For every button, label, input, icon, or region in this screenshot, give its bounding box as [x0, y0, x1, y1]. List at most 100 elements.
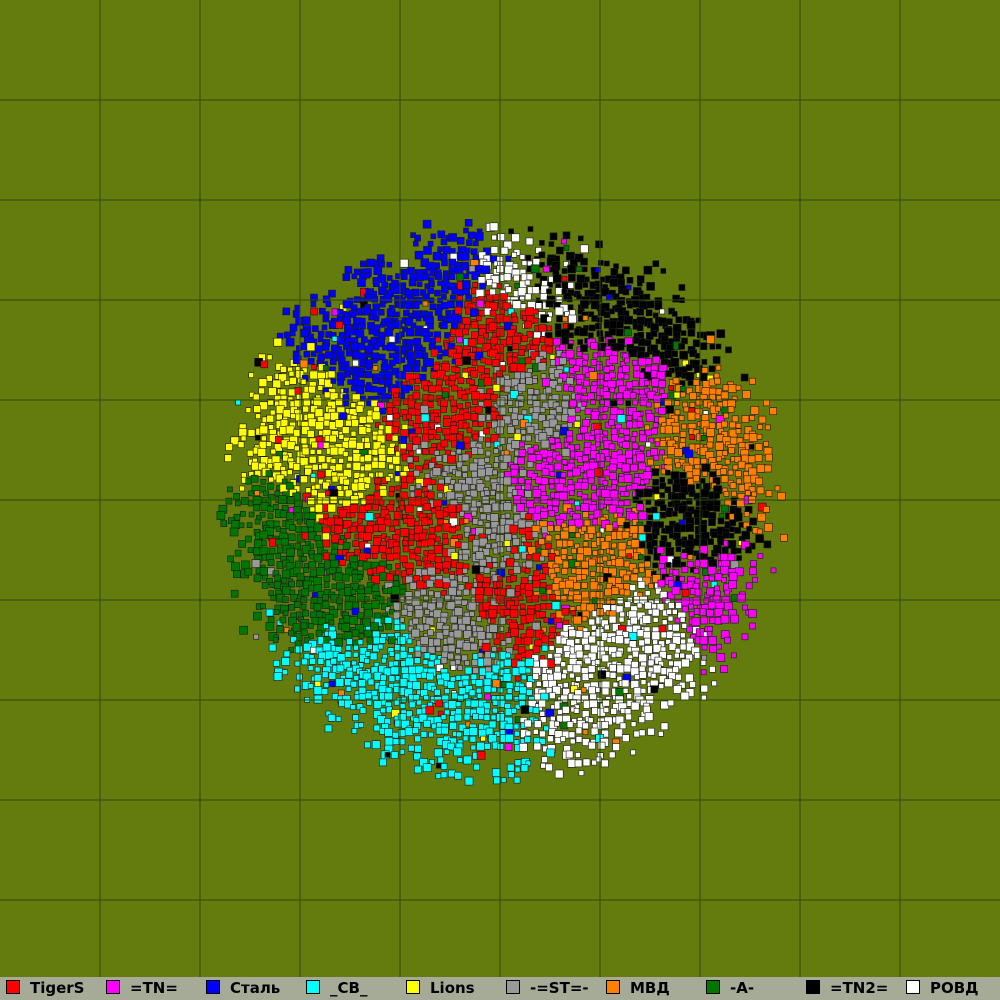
legend-item-rovd[interactable]: РОВД	[900, 977, 1000, 1000]
territory-block	[337, 379, 345, 386]
territory-block	[245, 535, 252, 543]
territory-block	[736, 555, 742, 561]
territory-block	[400, 273, 408, 281]
territory-block	[359, 260, 367, 268]
territory-map[interactable]	[0, 0, 1000, 977]
territory-block	[664, 525, 674, 534]
legend-item-a[interactable]: -A-	[700, 977, 800, 1000]
territory-block	[629, 584, 636, 591]
territory-block	[311, 463, 319, 471]
legend-item-tn2[interactable]: =TN2=	[800, 977, 900, 1000]
territory-block	[588, 618, 596, 626]
territory-block	[622, 440, 631, 449]
territory-block	[659, 476, 666, 483]
territory-block	[392, 738, 400, 746]
territory-block	[378, 499, 385, 506]
territory-block	[557, 377, 563, 384]
territory-block	[584, 276, 590, 283]
territory-block	[513, 723, 520, 730]
territory-block	[722, 531, 730, 539]
territory-block	[414, 234, 421, 242]
territory-block	[434, 416, 441, 424]
territory-block	[582, 511, 589, 519]
legend-item-lions[interactable]: Lions	[400, 977, 500, 1000]
territory-block	[589, 571, 596, 577]
legend-item-st[interactable]: -=ST=-	[500, 977, 600, 1000]
territory-block	[644, 712, 654, 721]
territory-block	[440, 714, 447, 720]
territory-block	[672, 377, 680, 385]
territory-block	[640, 679, 647, 686]
territory-block	[428, 526, 436, 534]
territory-block	[295, 413, 303, 422]
territory-block	[567, 386, 574, 392]
territory-block	[379, 758, 387, 767]
territory-block	[274, 574, 282, 582]
legend-label: TigerS	[30, 979, 85, 997]
territory-block	[504, 533, 512, 541]
territory-block	[306, 430, 315, 438]
territory-block	[707, 625, 713, 632]
territory-block	[420, 440, 429, 449]
territory-block	[248, 511, 255, 518]
territory-block	[484, 522, 491, 528]
territory-block	[644, 380, 650, 386]
territory-block	[390, 666, 400, 676]
legend-item-tn[interactable]: =TN=	[100, 977, 200, 1000]
territory-block	[675, 462, 682, 469]
territory-block	[491, 234, 497, 241]
territory-block	[461, 371, 469, 379]
territory-block	[621, 679, 630, 688]
territory-block	[364, 512, 374, 522]
territory-block	[373, 700, 383, 709]
territory-block	[454, 328, 464, 338]
territory-block	[554, 306, 564, 316]
legend-item-tigers[interactable]: TigerS	[0, 977, 100, 1000]
territory-block	[609, 308, 615, 315]
territory-block	[665, 510, 673, 518]
territory-block	[574, 505, 581, 512]
territory-block	[418, 532, 427, 541]
territory-block	[273, 337, 283, 347]
territory-block	[342, 316, 352, 325]
territory-block	[728, 447, 735, 455]
territory-block	[422, 421, 430, 429]
territory-block	[505, 652, 512, 659]
legend-item-mvd[interactable]: МВД	[600, 977, 700, 1000]
legend-item-stal[interactable]: Сталь	[200, 977, 300, 1000]
territory-block	[622, 266, 630, 275]
territory-block	[477, 519, 484, 526]
territory-block	[493, 638, 501, 646]
map-area[interactable]	[0, 0, 1000, 977]
territory-block	[685, 523, 695, 532]
territory-block	[631, 532, 638, 539]
territory-block	[414, 735, 422, 743]
territory-block	[567, 282, 575, 289]
territory-block	[329, 567, 336, 574]
territory-block	[542, 265, 550, 273]
territory-block	[267, 513, 274, 520]
legend-swatch	[706, 980, 720, 994]
territory-block	[724, 636, 731, 644]
territory-block	[408, 673, 418, 683]
territory-block	[506, 763, 515, 772]
territory-block	[371, 357, 378, 364]
territory-block	[518, 448, 527, 457]
territory-block	[643, 471, 652, 480]
territory-block	[524, 293, 532, 301]
territory-block	[293, 462, 301, 471]
territory-block	[604, 260, 610, 267]
territory-block	[364, 272, 371, 279]
legend-item-cb[interactable]: _CB_	[300, 977, 400, 1000]
territory-block	[448, 233, 457, 242]
territory-block	[549, 715, 556, 722]
territory-block	[679, 576, 686, 582]
territory-block	[436, 379, 443, 386]
territory-block	[311, 441, 318, 449]
territory-block	[679, 652, 686, 659]
territory-block	[240, 435, 247, 442]
territory-block	[525, 377, 533, 385]
territory-block	[601, 489, 611, 498]
territory-block	[604, 534, 612, 542]
territory-block	[307, 683, 314, 689]
